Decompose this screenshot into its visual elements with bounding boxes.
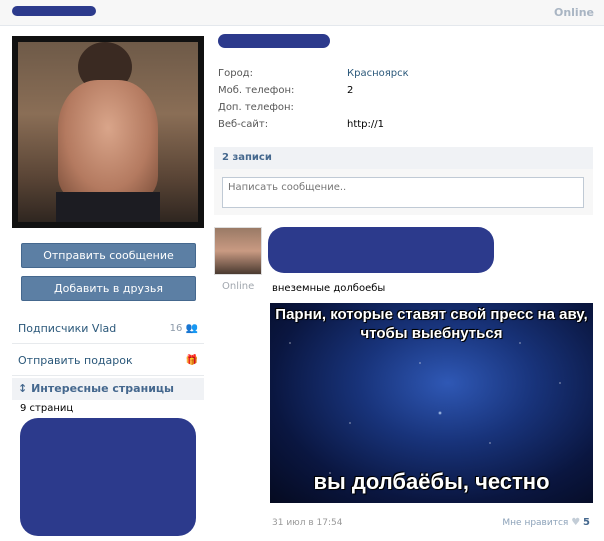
- mobile-value: 2: [347, 85, 354, 96]
- send-message-button[interactable]: Отправить сообщение: [21, 243, 196, 268]
- redacted-name-top: [12, 6, 96, 16]
- subscribers-label: Подписчики Vlad: [18, 322, 117, 335]
- send-gift-link[interactable]: Отправить подарок 🎁: [12, 346, 204, 376]
- like-label: Мне нравится: [502, 518, 569, 528]
- subscribers-link[interactable]: Подписчики Vlad 16 👥: [12, 314, 204, 344]
- interesting-pages-header[interactable]: ↕ Интересные страницы: [12, 378, 204, 400]
- extra-phone-label: Доп. телефон:: [218, 102, 294, 113]
- website-label: Веб-сайт:: [218, 119, 269, 130]
- wall-message-input[interactable]: [222, 177, 584, 208]
- gift-icon: 🎁: [185, 355, 198, 366]
- online-status: Online: [553, 6, 594, 19]
- redacted-pages: [20, 418, 196, 536]
- meme-bottom-text: вы долбаёбы, честно: [313, 469, 550, 494]
- redacted-name: [218, 34, 330, 48]
- sort-icon: ↕: [18, 382, 28, 395]
- add-friend-button[interactable]: Добавить в друзья: [21, 276, 196, 301]
- redacted-post-author: [268, 227, 494, 273]
- website-value[interactable]: http://1: [347, 119, 384, 130]
- wall-records-header[interactable]: 2 записи: [214, 147, 593, 169]
- subscribers-count: 16 👥: [169, 323, 198, 334]
- post-author-status: Online: [222, 281, 255, 292]
- mobile-label: Моб. телефон:: [218, 85, 295, 96]
- city-value[interactable]: Красноярск: [347, 68, 409, 79]
- gift-label: Отправить подарок: [18, 354, 133, 367]
- meme-top-text: Парни, которые ставят свой пресс на аву,…: [275, 306, 588, 342]
- like-button[interactable]: Мне нравится ♥ 5: [502, 517, 590, 528]
- people-icon: 👥: [185, 323, 198, 334]
- post-image[interactable]: Парни, которые ставят свой пресс на аву,…: [270, 303, 593, 503]
- heart-icon: ♥: [571, 517, 581, 528]
- like-count: 5: [583, 517, 590, 528]
- post-author-avatar[interactable]: [214, 227, 262, 275]
- city-label: Город:: [218, 68, 253, 79]
- interesting-pages-count: 9 страниц: [20, 403, 74, 414]
- profile-photo[interactable]: [12, 36, 204, 228]
- post-text: внеземные долбоебы: [272, 283, 386, 294]
- post-date[interactable]: 31 июл в 17:54: [272, 518, 342, 528]
